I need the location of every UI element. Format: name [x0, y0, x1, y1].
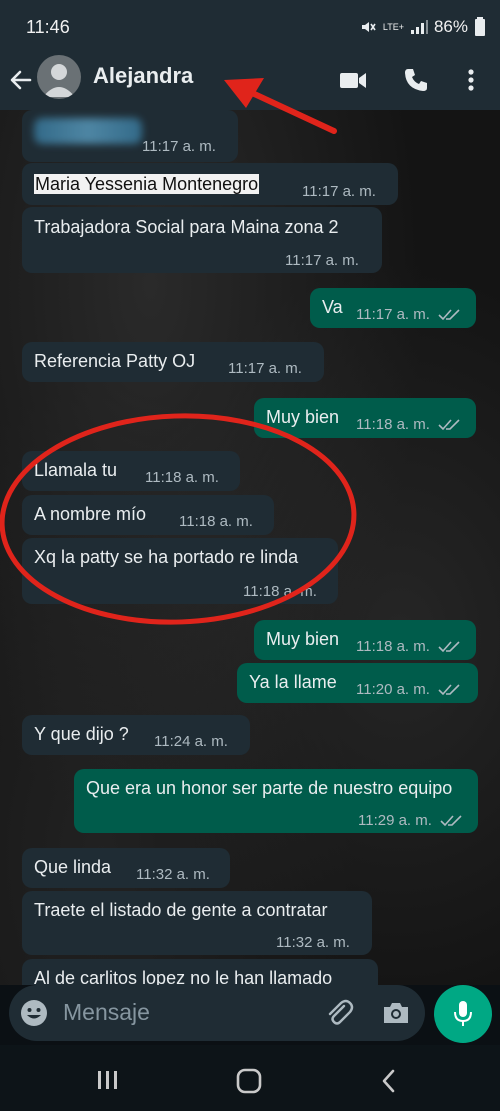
- microphone-icon: [454, 1001, 472, 1026]
- chat-area[interactable]: 11:17 a. m. Maria Yessenia Montenegro 11…: [0, 110, 500, 985]
- camera-icon[interactable]: [381, 998, 411, 1028]
- recent-apps-icon[interactable]: [96, 1069, 120, 1091]
- message-composer[interactable]: Mensaje: [9, 985, 425, 1041]
- annotation-arrow-overlay: [224, 78, 337, 134]
- back-nav-icon[interactable]: [378, 1067, 400, 1095]
- home-icon[interactable]: [235, 1067, 263, 1095]
- annotation-overlay: [0, 413, 357, 625]
- emoji-icon[interactable]: [19, 998, 49, 1028]
- red-arrow-shaft: [247, 89, 337, 134]
- system-navigation-bar: [0, 1045, 500, 1111]
- message-input[interactable]: Mensaje: [63, 999, 150, 1026]
- voice-message-button[interactable]: [434, 985, 492, 1043]
- attach-icon[interactable]: [323, 997, 355, 1029]
- red-highlight-ellipse: [0, 413, 357, 625]
